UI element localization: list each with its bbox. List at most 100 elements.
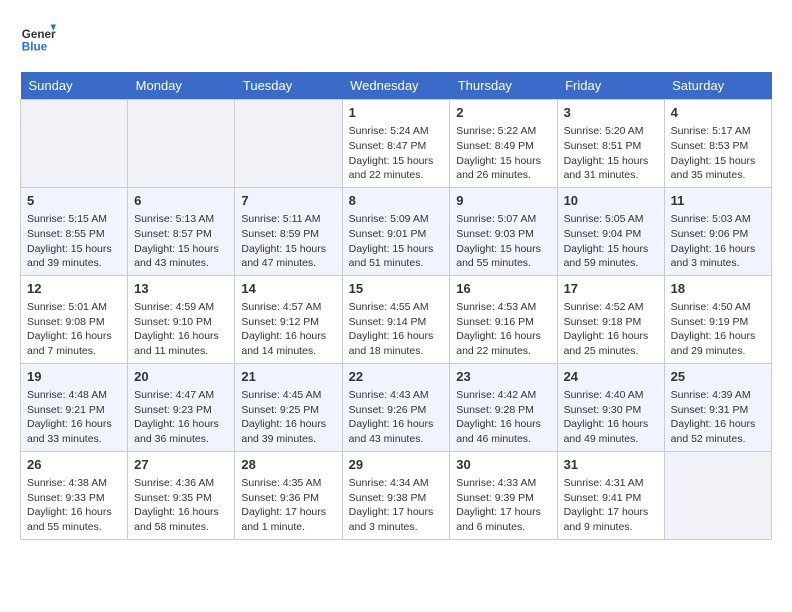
calendar-cell: 22Sunrise: 4:43 AMSunset: 9:26 PMDayligh… [342, 363, 450, 451]
week-row-4: 19 Sunrise: 4:48 AMSunset: 9:21 PMDayligh… [21, 363, 772, 451]
page-header: General Blue [20, 20, 772, 56]
day-details: Sunrise: 5:01 AMSunset: 9:08 PMDaylight:… [27, 300, 121, 359]
day-details: Sunrise: 5:13 AMSunset: 8:57 PMDaylight:… [134, 212, 228, 271]
day-details: Sunrise: 4:33 AMSunset: 9:39 PMDaylight:… [456, 476, 550, 535]
day-details: Sunrise: 5:20 AMSunset: 8:51 PMDaylight:… [564, 124, 658, 183]
svg-text:General: General [22, 28, 56, 41]
calendar-cell: 8Sunrise: 5:09 AMSunset: 9:01 PMDaylight… [342, 187, 450, 275]
calendar-cell: 27Sunrise: 4:36 AMSunset: 9:35 PMDayligh… [128, 451, 235, 539]
day-number: 1 [349, 104, 444, 122]
week-row-2: 5Sunrise: 5:15 AMSunset: 8:55 PMDaylight… [21, 187, 772, 275]
calendar-cell [235, 100, 342, 188]
calendar-table: SundayMondayTuesdayWednesdayThursdayFrid… [20, 72, 772, 540]
day-number: 3 [564, 104, 658, 122]
svg-text:Blue: Blue [22, 41, 48, 54]
calendar-cell: 24Sunrise: 4:40 AMSunset: 9:30 PMDayligh… [557, 363, 664, 451]
day-details: Sunrise: 5:24 AMSunset: 8:47 PMDaylight:… [349, 124, 444, 183]
calendar-cell: 28Sunrise: 4:35 AMSunset: 9:36 PMDayligh… [235, 451, 342, 539]
day-details: Sunrise: 4:59 AMSunset: 9:10 PMDaylight:… [134, 300, 228, 359]
calendar-cell: 4Sunrise: 5:17 AMSunset: 8:53 PMDaylight… [664, 100, 771, 188]
calendar-cell: 19 Sunrise: 4:48 AMSunset: 9:21 PMDayligh… [21, 363, 128, 451]
column-header-sunday: Sunday [21, 72, 128, 100]
calendar-cell: 21 Sunrise: 4:45 AMSunset: 9:25 PMDayligh… [235, 363, 342, 451]
day-number: 7 [241, 192, 335, 210]
logo: General Blue [20, 20, 56, 56]
day-details: Sunrise: 4:52 AMSunset: 9:18 PMDaylight:… [564, 300, 658, 359]
day-details: Sunrise: 4:35 AMSunset: 9:36 PMDaylight:… [241, 476, 335, 535]
calendar-cell: 11 Sunrise: 5:03 AMSunset: 9:06 PMDayligh… [664, 187, 771, 275]
day-details: Sunrise: 5:07 AMSunset: 9:03 PMDaylight:… [456, 212, 550, 271]
day-details: Sunrise: 4:39 AMSunset: 9:31 PMDaylight:… [671, 388, 765, 447]
calendar-cell: 2 Sunrise: 5:22 AMSunset: 8:49 PMDaylight… [450, 100, 557, 188]
day-number: 12 [27, 280, 121, 298]
day-number: 17 [564, 280, 658, 298]
day-number: 27 [134, 456, 228, 474]
day-details: Sunrise: 4:45 AMSunset: 9:25 PMDaylight:… [241, 388, 335, 447]
calendar-cell [664, 451, 771, 539]
calendar-cell: 14Sunrise: 4:57 AMSunset: 9:12 PMDayligh… [235, 275, 342, 363]
calendar-cell: 5Sunrise: 5:15 AMSunset: 8:55 PMDaylight… [21, 187, 128, 275]
day-number: 9 [456, 192, 550, 210]
day-number: 16 [456, 280, 550, 298]
day-details: Sunrise: 4:38 AMSunset: 9:33 PMDaylight:… [27, 476, 121, 535]
column-header-tuesday: Tuesday [235, 72, 342, 100]
day-number: 31 [564, 456, 658, 474]
week-row-1: 1 Sunrise: 5:24 AMSunset: 8:47 PMDaylight… [21, 100, 772, 188]
day-details: Sunrise: 5:22 AMSunset: 8:49 PMDaylight:… [456, 124, 550, 183]
calendar-cell [128, 100, 235, 188]
week-row-3: 12 Sunrise: 5:01 AMSunset: 9:08 PMDayligh… [21, 275, 772, 363]
week-row-5: 26Sunrise: 4:38 AMSunset: 9:33 PMDayligh… [21, 451, 772, 539]
column-header-thursday: Thursday [450, 72, 557, 100]
calendar-cell: 13 Sunrise: 4:59 AMSunset: 9:10 PMDayligh… [128, 275, 235, 363]
day-details: Sunrise: 4:57 AMSunset: 9:12 PMDaylight:… [241, 300, 335, 359]
calendar-cell: 18 Sunrise: 4:50 AMSunset: 9:19 PMDayligh… [664, 275, 771, 363]
calendar-cell: 29Sunrise: 4:34 AMSunset: 9:38 PMDayligh… [342, 451, 450, 539]
column-header-saturday: Saturday [664, 72, 771, 100]
calendar-cell: 9 Sunrise: 5:07 AMSunset: 9:03 PMDaylight… [450, 187, 557, 275]
day-number: 2 [456, 104, 550, 122]
day-number: 19 [27, 368, 121, 386]
day-number: 30 [456, 456, 550, 474]
day-number: 25 [671, 368, 765, 386]
column-header-monday: Monday [128, 72, 235, 100]
calendar-cell: 6 Sunrise: 5:13 AMSunset: 8:57 PMDaylight… [128, 187, 235, 275]
calendar-cell: 31 Sunrise: 4:31 AMSunset: 9:41 PMDayligh… [557, 451, 664, 539]
day-details: Sunrise: 4:48 AMSunset: 9:21 PMDaylight:… [27, 388, 121, 447]
day-number: 18 [671, 280, 765, 298]
day-details: Sunrise: 4:31 AMSunset: 9:41 PMDaylight:… [564, 476, 658, 535]
day-number: 21 [241, 368, 335, 386]
day-number: 6 [134, 192, 228, 210]
day-details: Sunrise: 4:53 AMSunset: 9:16 PMDaylight:… [456, 300, 550, 359]
calendar-cell: 26Sunrise: 4:38 AMSunset: 9:33 PMDayligh… [21, 451, 128, 539]
day-details: Sunrise: 4:55 AMSunset: 9:14 PMDaylight:… [349, 300, 444, 359]
day-details: Sunrise: 5:11 AMSunset: 8:59 PMDaylight:… [241, 212, 335, 271]
day-number: 11 [671, 192, 765, 210]
calendar-cell: 25 Sunrise: 4:39 AMSunset: 9:31 PMDayligh… [664, 363, 771, 451]
day-details: Sunrise: 4:40 AMSunset: 9:30 PMDaylight:… [564, 388, 658, 447]
day-number: 13 [134, 280, 228, 298]
day-details: Sunrise: 5:15 AMSunset: 8:55 PMDaylight:… [27, 212, 121, 271]
calendar-cell: 3 Sunrise: 5:20 AMSunset: 8:51 PMDaylight… [557, 100, 664, 188]
calendar-cell: 17 Sunrise: 4:52 AMSunset: 9:18 PMDayligh… [557, 275, 664, 363]
day-details: Sunrise: 4:43 AMSunset: 9:26 PMDaylight:… [349, 388, 444, 447]
day-number: 4 [671, 104, 765, 122]
day-number: 20 [134, 368, 228, 386]
calendar-cell: 7 Sunrise: 5:11 AMSunset: 8:59 PMDaylight… [235, 187, 342, 275]
day-details: Sunrise: 5:05 AMSunset: 9:04 PMDaylight:… [564, 212, 658, 271]
day-details: Sunrise: 4:50 AMSunset: 9:19 PMDaylight:… [671, 300, 765, 359]
column-header-wednesday: Wednesday [342, 72, 450, 100]
calendar-cell: 12 Sunrise: 5:01 AMSunset: 9:08 PMDayligh… [21, 275, 128, 363]
day-details: Sunrise: 5:03 AMSunset: 9:06 PMDaylight:… [671, 212, 765, 271]
day-number: 23 [456, 368, 550, 386]
day-details: Sunrise: 4:34 AMSunset: 9:38 PMDaylight:… [349, 476, 444, 535]
calendar-cell: 1 Sunrise: 5:24 AMSunset: 8:47 PMDaylight… [342, 100, 450, 188]
day-number: 15 [349, 280, 444, 298]
calendar-cell: 15 Sunrise: 4:55 AMSunset: 9:14 PMDayligh… [342, 275, 450, 363]
day-details: Sunrise: 4:47 AMSunset: 9:23 PMDaylight:… [134, 388, 228, 447]
calendar-cell: 30 Sunrise: 4:33 AMSunset: 9:39 PMDayligh… [450, 451, 557, 539]
logo-icon: General Blue [20, 20, 56, 56]
day-details: Sunrise: 4:42 AMSunset: 9:28 PMDaylight:… [456, 388, 550, 447]
calendar-cell: 10Sunrise: 5:05 AMSunset: 9:04 PMDayligh… [557, 187, 664, 275]
calendar-cell: 20 Sunrise: 4:47 AMSunset: 9:23 PMDayligh… [128, 363, 235, 451]
column-header-friday: Friday [557, 72, 664, 100]
